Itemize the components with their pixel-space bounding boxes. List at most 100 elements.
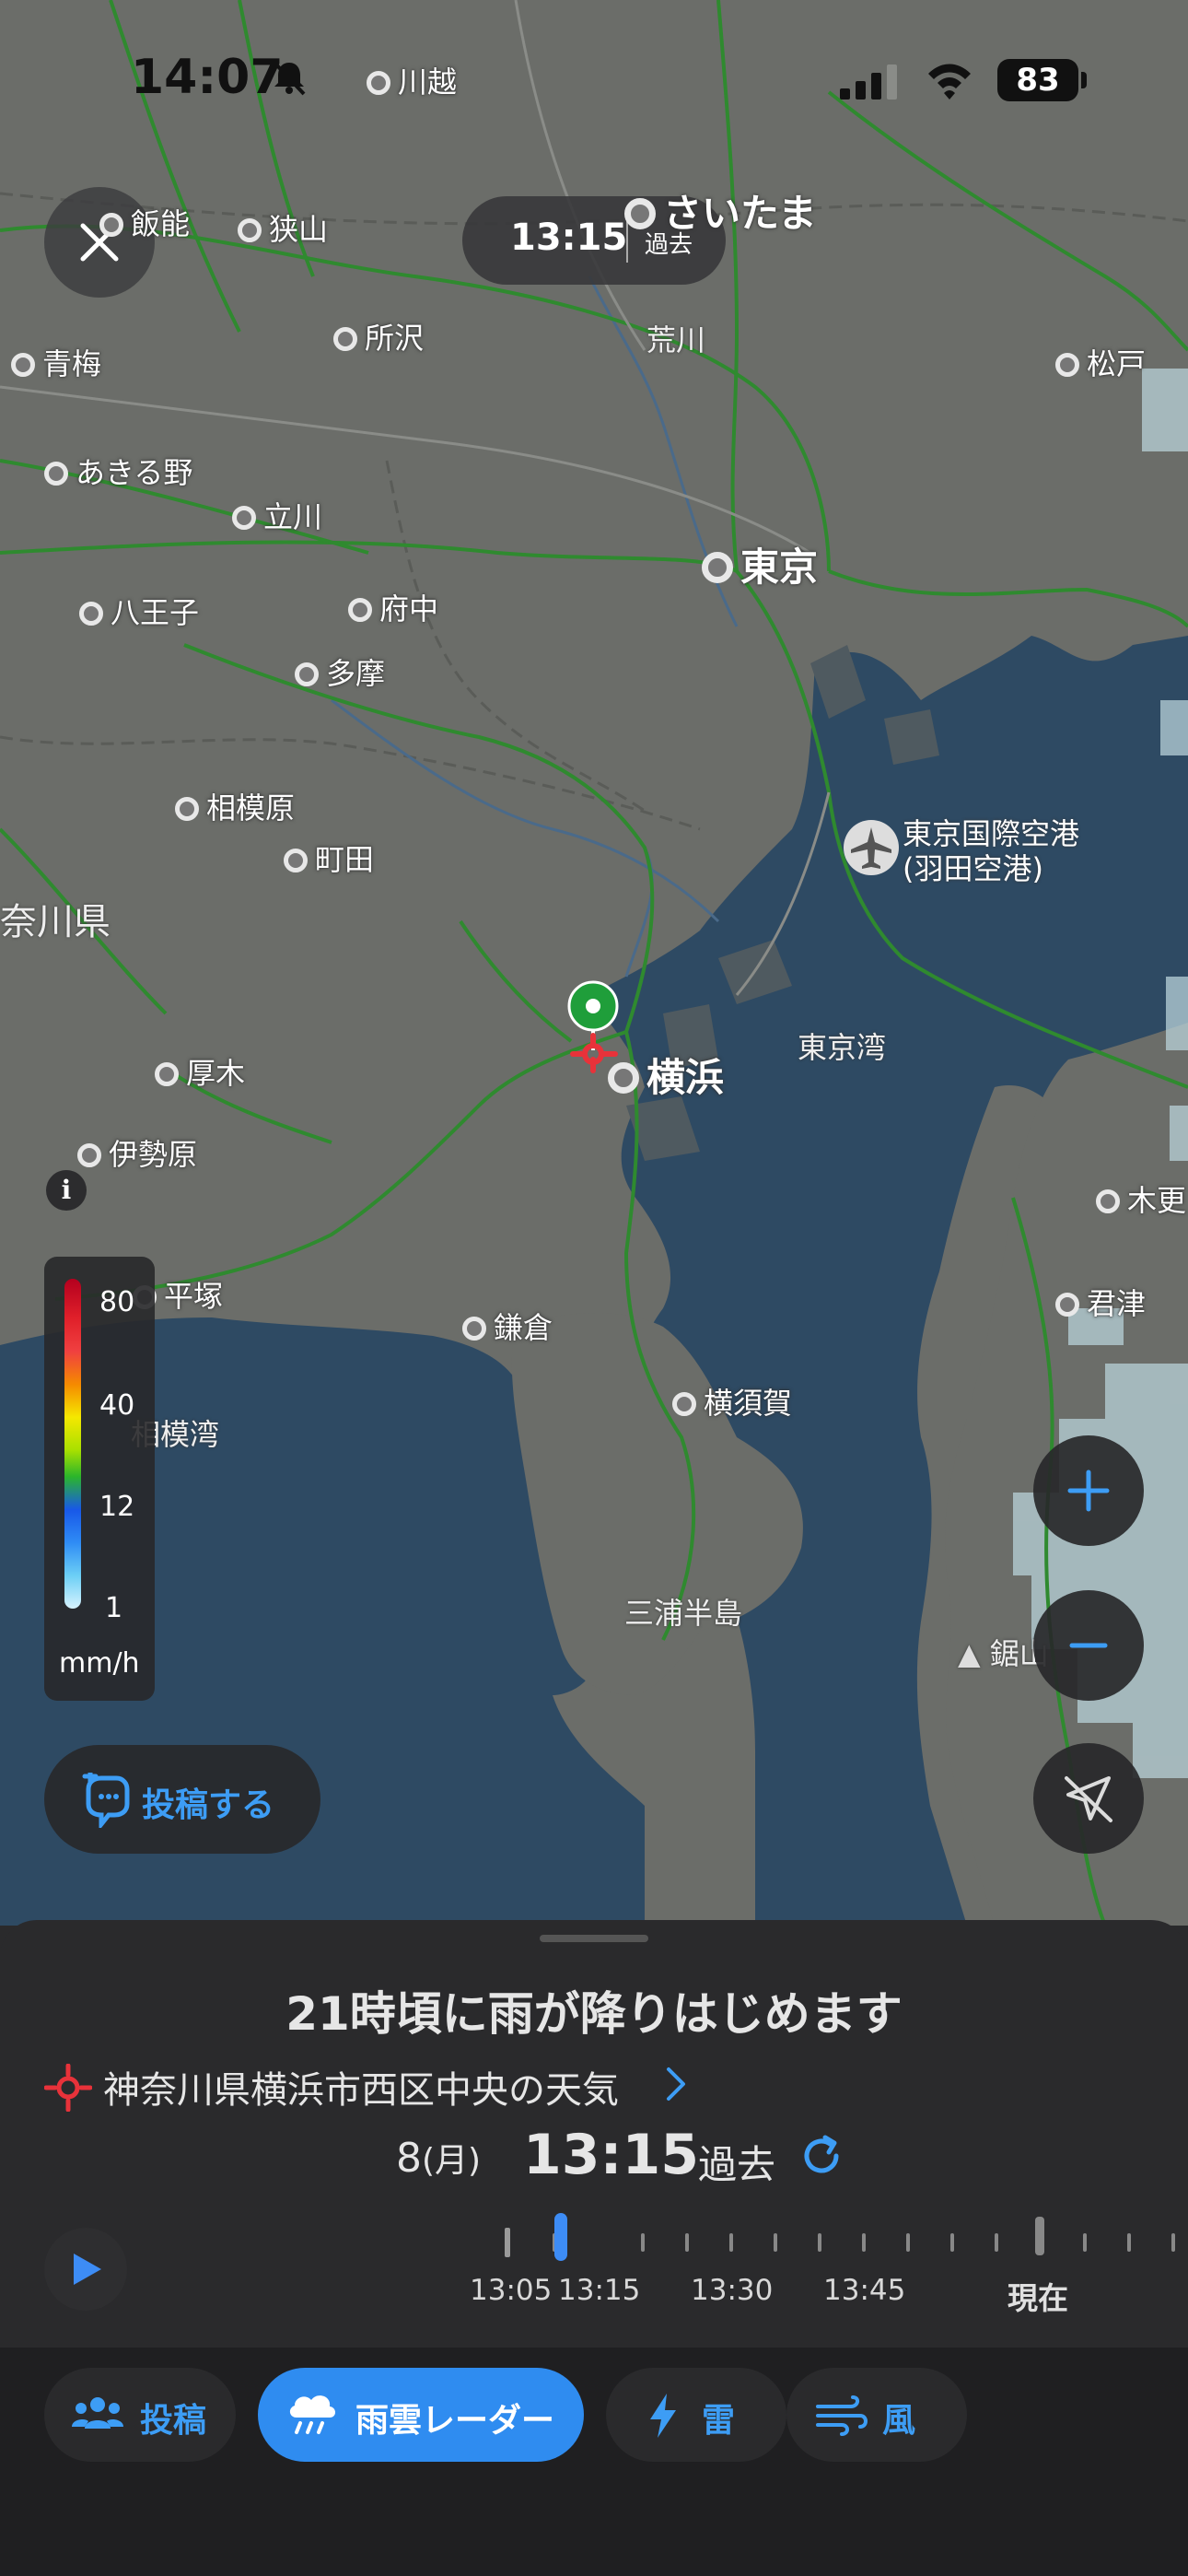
rain-legend: 80 40 12 1 mm/h	[44, 1257, 155, 1701]
city-label: 横須賀	[672, 1380, 792, 1423]
zoom-out-button[interactable]	[1033, 1590, 1144, 1701]
tab-rain-radar[interactable]: 雨雲レーダー	[258, 2368, 584, 2462]
city-label: 木更	[1096, 1177, 1186, 1220]
city-label: 厚木	[155, 1050, 245, 1093]
city-dot-icon	[155, 1062, 179, 1086]
legend-unit: mm/h	[59, 1647, 140, 1680]
timeline-label: 13:15	[558, 2274, 641, 2307]
location-arrow-off-icon	[1065, 1776, 1112, 1822]
city-label: 川越	[367, 59, 457, 101]
city-dot-icon	[11, 353, 35, 377]
tab-label: 雨雲レーダー	[355, 2402, 555, 2440]
city-dot-icon	[333, 327, 357, 351]
post-button-label: 投稿する	[142, 1786, 275, 1824]
city-label: 伊勢原	[77, 1131, 197, 1174]
city-dot-icon	[672, 1392, 696, 1416]
city-dot-icon	[77, 1143, 101, 1167]
timeline-tick	[729, 2233, 733, 2252]
time-status: 過去	[698, 2142, 776, 2187]
timeline-cursor[interactable]	[554, 2213, 567, 2261]
city-label: 所沢	[333, 315, 424, 357]
radar-map[interactable]: 14:07 83 13:15 過去 川越 飯能 狭山 さいたま 所沢 青梅 松戸…	[0, 0, 1188, 1926]
city-label: 相模原	[175, 785, 295, 827]
legend-value: 80	[99, 1286, 135, 1318]
area-label: 奈川県	[0, 901, 111, 943]
status-time: 14:07	[131, 50, 284, 105]
city-label: 鎌倉	[462, 1305, 553, 1347]
zoom-in-button[interactable]	[1033, 1435, 1144, 1546]
city-dot-icon	[1055, 353, 1079, 377]
city-dot-icon	[232, 506, 256, 530]
city-dot-icon	[1055, 1293, 1079, 1317]
timeline-now-marker	[1035, 2217, 1044, 2255]
airplane-icon	[844, 820, 899, 875]
bell-muted-icon	[273, 61, 306, 96]
timeline-tick	[641, 2233, 645, 2252]
post-comment-icon	[82, 1773, 130, 1828]
lightning-icon	[650, 2394, 676, 2438]
area-label: 東京湾	[798, 1030, 887, 1065]
city-label: 府中	[348, 586, 438, 628]
timeline-tick	[1171, 2233, 1175, 2252]
city-label: 八王子	[79, 590, 199, 632]
current-location-button[interactable]	[1033, 1743, 1144, 1854]
cellular-signal-icon	[840, 64, 897, 100]
sheet-handle[interactable]	[540, 1935, 648, 1942]
timeline-tick	[995, 2233, 998, 2252]
tab-label: 投稿	[140, 2402, 207, 2440]
timeline-label: 13:45	[823, 2274, 906, 2307]
timeline-now-label: 現在	[1007, 2280, 1068, 2316]
airport-label: 東京国際空港 (羽田空港)	[903, 816, 1080, 886]
post-button[interactable]: 投稿する	[44, 1745, 320, 1854]
city-dot-icon	[238, 218, 262, 242]
city-dot-icon	[348, 598, 372, 622]
city-dot-icon	[79, 602, 103, 626]
chevron-right-icon	[667, 2067, 685, 2101]
city-dot-icon	[295, 662, 319, 686]
date-label: 8(月)	[396, 2135, 482, 2182]
tab-posts[interactable]: 投稿	[44, 2368, 236, 2462]
timeline-tick	[950, 2233, 954, 2252]
timeline-tick	[862, 2233, 866, 2252]
legend-gradient	[64, 1279, 81, 1609]
play-button[interactable]	[44, 2228, 127, 2311]
timeline-label: 13:30	[691, 2274, 774, 2307]
city-label: あきる野	[44, 450, 192, 492]
city-label: 青梅	[11, 341, 101, 383]
info-icon[interactable]: i	[46, 1170, 87, 1211]
refresh-icon[interactable]	[798, 2132, 845, 2180]
wifi-icon	[928, 64, 971, 100]
location-crosshair-icon	[44, 2064, 92, 2112]
city-label: さいたま	[624, 182, 817, 239]
tab-lightning[interactable]: 雷	[606, 2368, 786, 2462]
city-dot-icon	[1096, 1189, 1120, 1213]
current-time-row: 8(月) 13:15 過去	[0, 2121, 1188, 2191]
wind-icon	[816, 2395, 868, 2436]
location-pin-icon	[567, 980, 619, 1073]
time-slider[interactable]: 13:05 13:15 13:30 13:45 現在	[470, 2211, 1188, 2316]
city-label: 松戸	[1055, 341, 1146, 383]
rain-forecast-headline: 21時頃に雨が降りはじめます	[285, 1987, 903, 2041]
timeline-tick	[774, 2233, 777, 2252]
area-label: 荒川	[646, 322, 706, 357]
city-dot-icon	[44, 462, 68, 486]
city-dot-icon	[624, 198, 656, 229]
city-label: 飯能	[99, 201, 190, 243]
legend-value: 1	[105, 1592, 123, 1624]
tab-label: 風	[882, 2402, 916, 2440]
city-label: 立川	[232, 494, 322, 536]
city-dot-icon	[462, 1317, 486, 1341]
city-dot-icon	[702, 552, 733, 583]
plus-icon	[1067, 1469, 1110, 1512]
location-label: 神奈川県横浜市西区中央の天気	[103, 2069, 619, 2112]
battery-tip	[1081, 72, 1087, 88]
city-dot-icon	[284, 849, 308, 872]
city-label: 多摩	[295, 650, 385, 693]
timeline-tick	[1127, 2233, 1131, 2252]
play-icon	[74, 2254, 101, 2285]
city-label: 東京	[702, 536, 818, 592]
tab-wind[interactable]: 風	[786, 2368, 967, 2462]
timeline-label: 13:05	[470, 2274, 553, 2307]
map-time: 13:15	[510, 217, 628, 259]
time-label: 13:15	[523, 2123, 699, 2187]
